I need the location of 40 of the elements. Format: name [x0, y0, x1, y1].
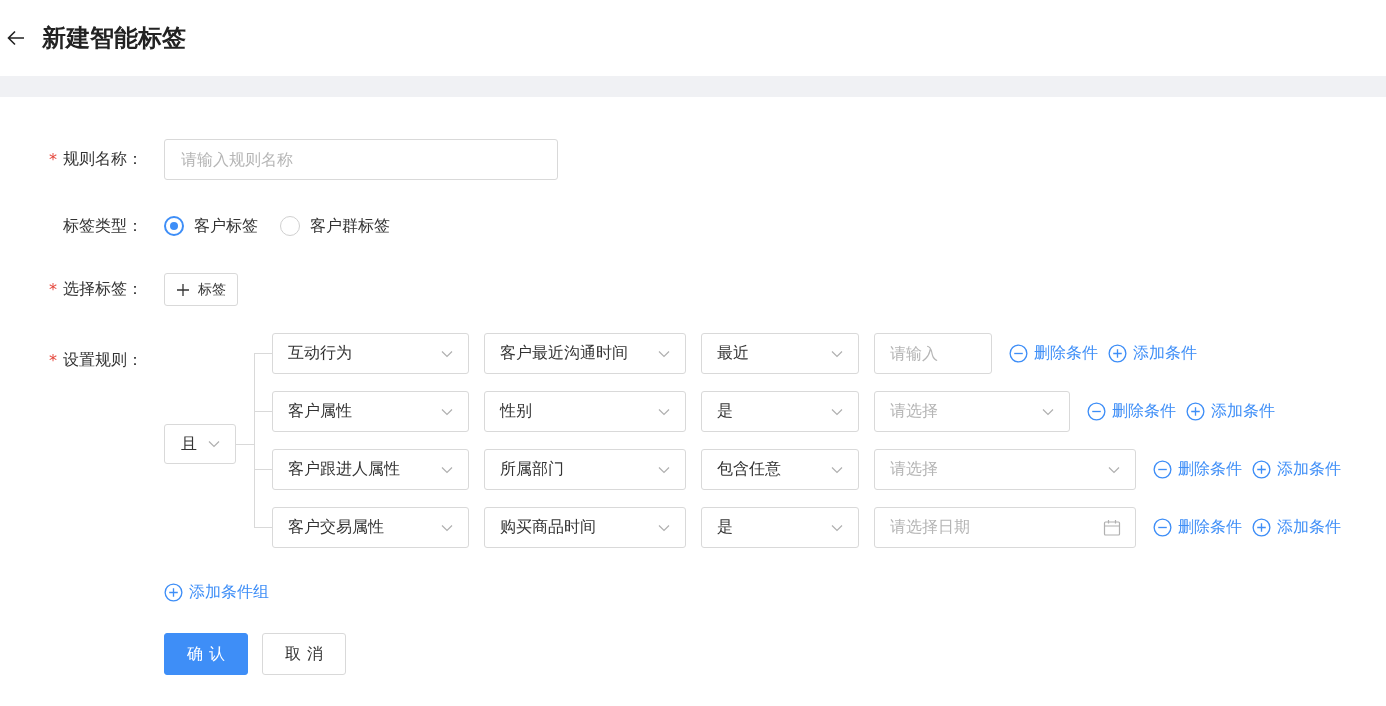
required-mark: *	[49, 150, 57, 169]
dropdown[interactable]: 客户跟进人属性	[272, 449, 469, 490]
plus-circle-icon	[1186, 402, 1205, 421]
dropdown[interactable]: 客户最近沟通时间	[484, 333, 686, 374]
minus-circle-icon	[1153, 460, 1172, 479]
field-label: 规则名称：	[63, 149, 143, 170]
dropdown[interactable]: 是	[701, 391, 859, 432]
page-title: 新建智能标签	[42, 23, 186, 54]
plus-icon	[176, 282, 190, 297]
calendar-icon	[1103, 518, 1121, 537]
minus-circle-icon	[1087, 402, 1106, 421]
cancel-button[interactable]: 取 消	[262, 633, 346, 675]
radio-button[interactable]	[164, 216, 184, 236]
plus-circle-icon	[1252, 518, 1271, 537]
add-tag-button[interactable]: 标签	[164, 273, 238, 306]
plus-circle-icon	[164, 583, 183, 602]
dropdown[interactable]: 是	[701, 507, 859, 548]
logic-dropdown[interactable]: 且	[164, 424, 236, 464]
plus-circle-icon	[1108, 344, 1127, 363]
radio-option[interactable]: 客户群标签	[280, 215, 390, 237]
required-mark: *	[49, 351, 57, 370]
dropdown[interactable]: 互动行为	[272, 333, 469, 374]
plus-circle-icon	[1252, 460, 1271, 479]
required-mark: *	[49, 280, 57, 299]
minus-circle-icon	[1153, 518, 1172, 537]
rule-name-input[interactable]: 请输入规则名称	[164, 139, 558, 180]
dropdown[interactable]: 所属部门	[484, 449, 686, 490]
field-label: 选择标签：	[63, 279, 143, 300]
field-label: 设置规则：	[63, 350, 143, 371]
dropdown[interactable]: 客户属性	[272, 391, 469, 432]
input-field[interactable]: 请输入	[874, 333, 992, 374]
field-label: 标签类型：	[63, 215, 143, 237]
dropdown[interactable]: 最近	[701, 333, 859, 374]
dropdown[interactable]: 包含任意	[701, 449, 859, 490]
dropdown[interactable]: 客户交易属性	[272, 507, 469, 548]
dropdown[interactable]: 购买商品时间	[484, 507, 686, 548]
dropdown[interactable]: 性别	[484, 391, 686, 432]
back-arrow-icon	[6, 28, 26, 48]
minus-circle-icon	[1009, 344, 1028, 363]
radio-option[interactable]: 客户标签	[164, 215, 258, 237]
